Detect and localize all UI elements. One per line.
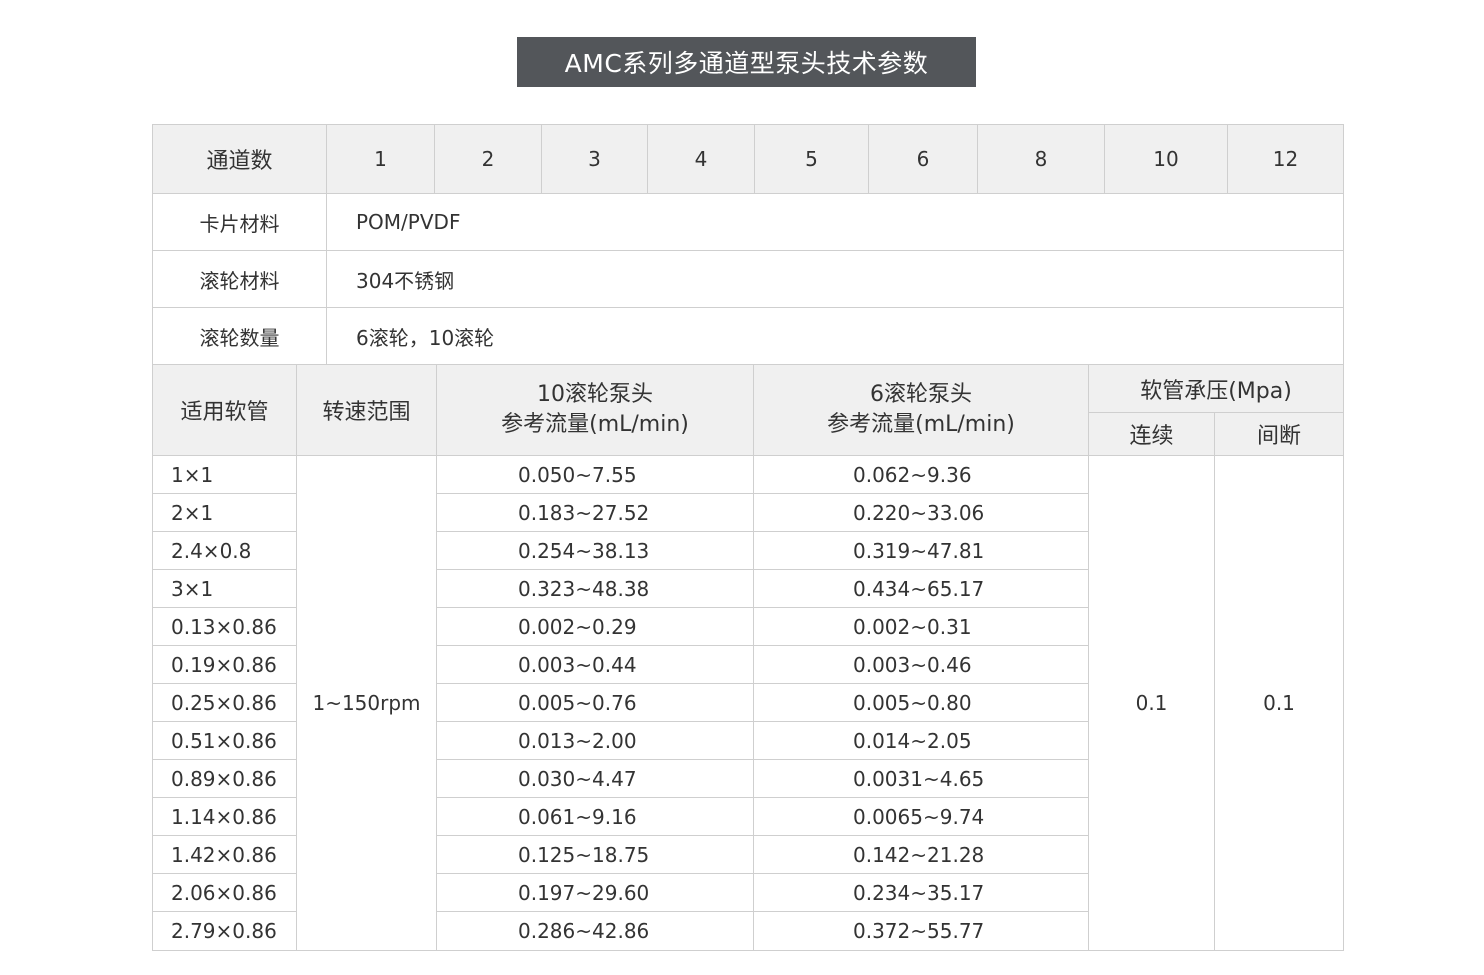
flow6-value: 0.142~21.28: [754, 836, 1089, 874]
flow10-value: 0.323~48.38: [437, 570, 754, 608]
flow10-value: 0.125~18.75: [437, 836, 754, 874]
flow6-value: 0.003~0.46: [754, 646, 1089, 684]
pressure-continuous-value: 0.1: [1089, 456, 1215, 950]
channel-count: 4: [648, 125, 755, 194]
flow10-value: 0.254~38.13: [437, 532, 754, 570]
flow6-value: 0.234~35.17: [754, 874, 1089, 912]
tubing-size: 2.4×0.8: [153, 532, 297, 570]
tubing-header: 适用软管: [153, 365, 297, 456]
tubing-size: 2.79×0.86: [153, 912, 297, 950]
flow6-value: 0.002~0.31: [754, 608, 1089, 646]
tubing-size: 3×1: [153, 570, 297, 608]
flow10-value: 0.286~42.86: [437, 912, 754, 950]
flow6-value: 0.220~33.06: [754, 494, 1089, 532]
page-title: AMC系列多通道型泵头技术参数: [517, 37, 976, 87]
flow10-header-line1: 10滚轮泵头: [537, 382, 653, 407]
card-material-value: POM/PVDF: [327, 194, 1343, 251]
tubing-size: 0.51×0.86: [153, 722, 297, 760]
spec-table: 通道数 1 2 3 4 5 6 8 10 12 卡片材料 POM/PVDF 滚轮…: [152, 124, 1344, 365]
roller-material-value: 304不锈钢: [327, 251, 1343, 308]
pressure-intermittent-value: 0.1: [1263, 691, 1295, 715]
pressure-header: 软管承压(Mpa): [1089, 365, 1343, 413]
tubing-size: 0.13×0.86: [153, 608, 297, 646]
intermittent-header: 间断: [1215, 413, 1343, 456]
channel-count: 1: [327, 125, 435, 194]
channel-count: 8: [978, 125, 1105, 194]
flow10-value: 0.061~9.16: [437, 798, 754, 836]
channel-count: 2: [435, 125, 542, 194]
channel-count: 5: [755, 125, 869, 194]
flow10-value: 0.050~7.55: [437, 456, 754, 494]
tubing-size: 0.25×0.86: [153, 684, 297, 722]
flow6-value: 0.0031~4.65: [754, 760, 1089, 798]
tubing-size: 1×1: [153, 456, 297, 494]
flow6-value: 0.005~0.80: [754, 684, 1089, 722]
tubing-size: 2.06×0.86: [153, 874, 297, 912]
speed-header: 转速范围: [297, 365, 437, 456]
flow10-value: 0.002~0.29: [437, 608, 754, 646]
flow6-value: 0.319~47.81: [754, 532, 1089, 570]
flow6-value: 0.014~2.05: [754, 722, 1089, 760]
flow6-value: 0.062~9.36: [754, 456, 1089, 494]
roller-count-label: 滚轮数量: [153, 308, 327, 364]
flow6-header-line2: 参考流量(mL/min): [827, 412, 1015, 437]
flow10-value: 0.005~0.76: [437, 684, 754, 722]
flow10-value: 0.197~29.60: [437, 874, 754, 912]
flow6-value: 0.372~55.77: [754, 912, 1089, 950]
tubing-size: 0.19×0.86: [153, 646, 297, 684]
channel-count: 3: [542, 125, 648, 194]
roller-count-value: 6滚轮，10滚轮: [356, 325, 495, 350]
channel-count: 12: [1228, 125, 1343, 194]
flow10-value: 0.003~0.44: [437, 646, 754, 684]
tubing-size: 2×1: [153, 494, 297, 532]
flow10-value: 0.183~27.52: [437, 494, 754, 532]
tubing-size: 1.14×0.86: [153, 798, 297, 836]
channels-label: 通道数: [153, 125, 327, 194]
flow6-header-line1: 6滚轮泵头: [870, 382, 972, 407]
continuous-header: 连续: [1089, 413, 1215, 456]
flow10-header: 10滚轮泵头 参考流量(mL/min): [437, 365, 754, 456]
flow6-header: 6滚轮泵头 参考流量(mL/min): [754, 365, 1089, 456]
card-material-label: 卡片材料: [153, 194, 327, 251]
tubing-size: 1.42×0.86: [153, 836, 297, 874]
tubing-size: 0.89×0.86: [153, 760, 297, 798]
flow10-value: 0.013~2.00: [437, 722, 754, 760]
roller-material-label: 滚轮材料: [153, 251, 327, 308]
channel-count: 10: [1105, 125, 1228, 194]
flow6-value: 0.434~65.17: [754, 570, 1089, 608]
flow10-header-line2: 参考流量(mL/min): [501, 412, 689, 437]
speed-range-value: 1~150rpm: [297, 456, 437, 950]
flow-table: 适用软管 转速范围 10滚轮泵头 参考流量(mL/min) 6滚轮泵头 参考流量…: [152, 364, 1344, 951]
channel-count: 6: [869, 125, 978, 194]
flow6-value: 0.0065~9.74: [754, 798, 1089, 836]
flow10-value: 0.030~4.47: [437, 760, 754, 798]
